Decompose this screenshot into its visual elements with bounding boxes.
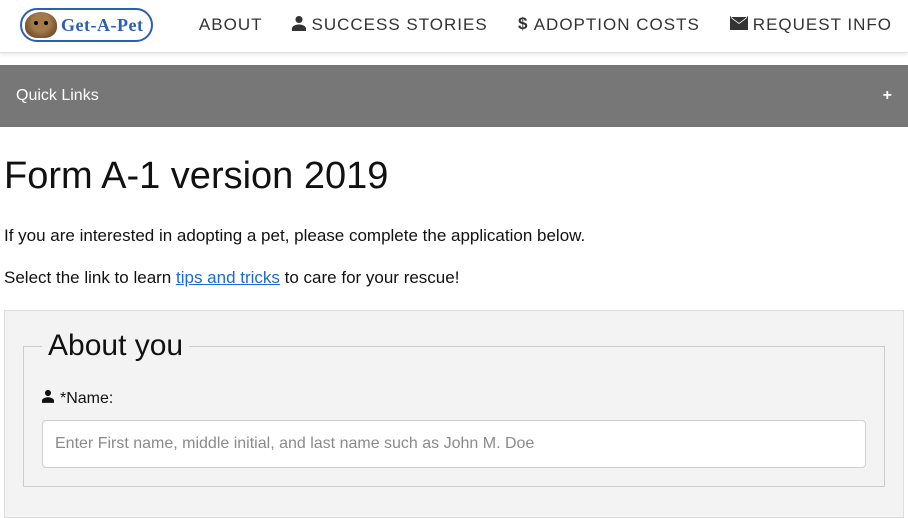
dog-face-icon [25,12,57,38]
intro2-post: to care for your rescue! [280,268,460,287]
form-container: About you *Name: [4,310,904,518]
intro2-pre: Select the link to learn [4,268,176,287]
nav-about-label: ABOUT [199,15,263,35]
nav-about[interactable]: ABOUT [199,14,263,37]
main-content: Form A-1 version 2019 If you are interes… [0,127,908,518]
envelope-icon [730,15,748,35]
dollar-icon: $ [518,14,529,37]
nav-request-info[interactable]: REQUEST INFO [730,14,892,37]
quick-links-label: Quick Links [16,87,99,105]
page-title: Form A-1 version 2019 [4,155,904,198]
person-icon [292,15,306,36]
navbar: Get-A-Pet ABOUT SUCCESS STORIES $ ADOPTI… [0,0,908,53]
brand-text: Get-A-Pet [61,15,143,36]
intro-paragraph-2: Select the link to learn tips and tricks… [4,268,904,288]
nav-adoption-costs[interactable]: $ ADOPTION COSTS [518,14,700,37]
tips-and-tricks-link[interactable]: tips and tricks [176,268,280,287]
quick-links-bar[interactable]: Quick Links + [0,65,908,127]
brand-logo[interactable]: Get-A-Pet [20,8,153,42]
name-input[interactable] [42,420,866,468]
person-icon [42,389,54,408]
name-label-text: *Name: [60,390,113,408]
nav-links: ABOUT SUCCESS STORIES $ ADOPTION COSTS R… [199,14,892,37]
intro-paragraph-1: If you are interested in adopting a pet,… [4,226,904,246]
name-label-row: *Name: [42,389,113,408]
nav-success-stories[interactable]: SUCCESS STORIES [292,14,487,37]
about-you-legend: About you [42,329,189,363]
plus-icon: + [883,87,892,105]
svg-text:$: $ [518,14,528,32]
about-you-fieldset: About you *Name: [23,329,885,487]
nav-costs-label: ADOPTION COSTS [534,15,700,35]
nav-request-label: REQUEST INFO [753,15,892,35]
nav-success-label: SUCCESS STORIES [311,15,487,35]
